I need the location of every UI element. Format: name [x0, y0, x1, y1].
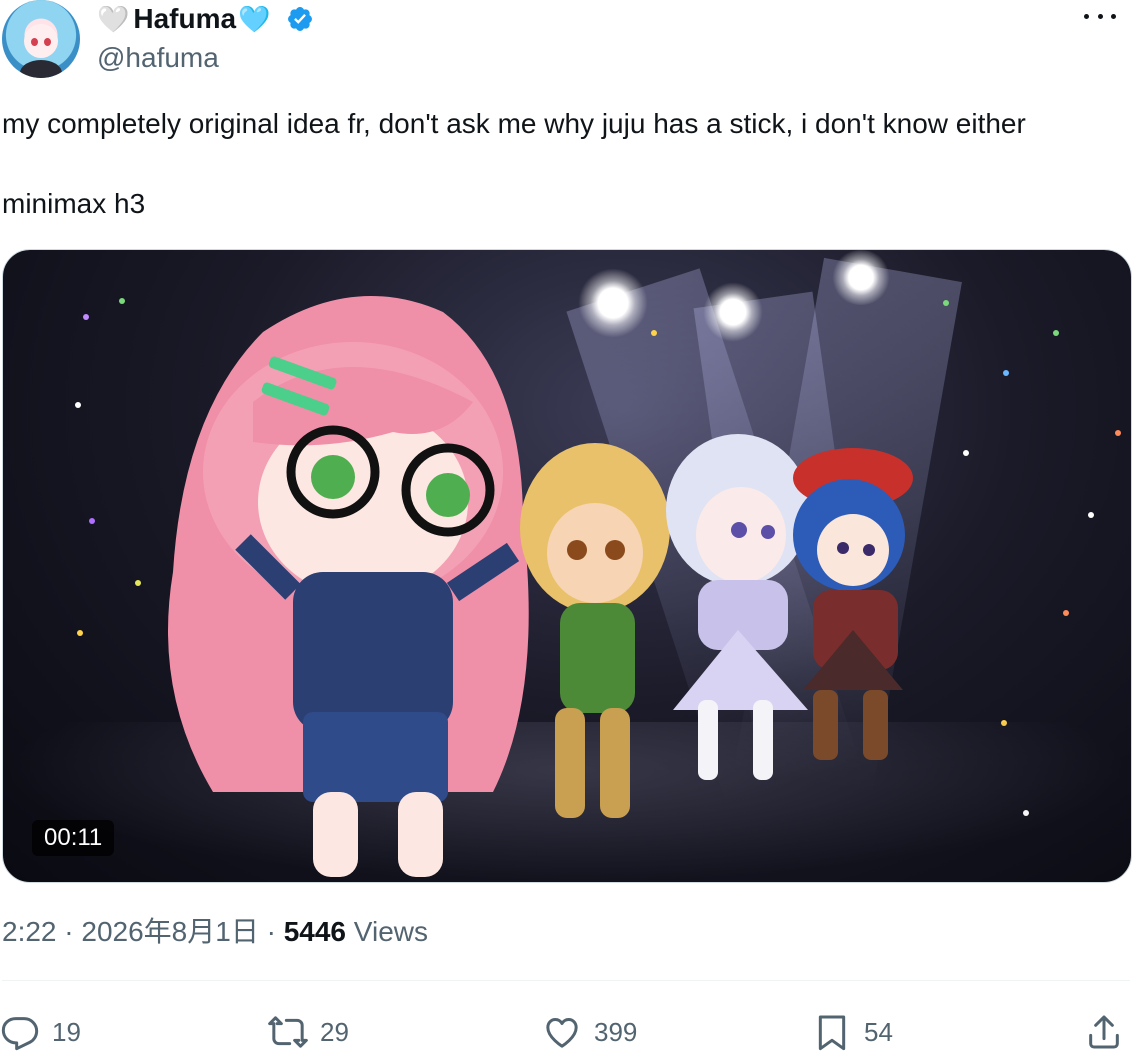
- sparkle: [119, 298, 125, 304]
- divider: [2, 980, 1130, 981]
- spotlight: [831, 250, 891, 305]
- share-icon: [1089, 1015, 1119, 1049]
- heart-icon: [546, 1018, 578, 1048]
- tweet-text-line: minimax h3: [2, 188, 146, 219]
- tweet-time[interactable]: 2:22: [2, 916, 57, 947]
- author-handle[interactable]: @hafuma: [97, 42, 219, 74]
- repost-button[interactable]: 29: [268, 1010, 349, 1054]
- avatar-eye-right: [44, 38, 51, 46]
- sparkle: [1053, 330, 1059, 336]
- more-options-button[interactable]: [1084, 4, 1116, 28]
- like-count: 399: [594, 1016, 638, 1047]
- author-name-row[interactable]: 🤍 Hafuma 🩵: [96, 2, 314, 36]
- tweet-meta: 2:22 · 2026年8月1日 · 5446 Views: [2, 910, 428, 950]
- reply-icon: [1, 1017, 39, 1051]
- video-duration: 00:11: [32, 820, 115, 856]
- more-horizontal-icon-dot: [1111, 13, 1116, 19]
- sparkle: [75, 402, 81, 408]
- bookmark-button[interactable]: 54: [812, 1010, 893, 1054]
- tweet-header: 🤍 Hafuma 🩵 @hafuma: [0, 0, 1132, 84]
- action-bar: 19 29 399 54: [0, 1010, 1132, 1054]
- character-pink-hair: [168, 296, 529, 877]
- sparkle: [651, 330, 657, 336]
- bookmark-count: 54: [864, 1016, 893, 1047]
- like-button[interactable]: 399: [542, 1010, 637, 1054]
- sparkle: [1088, 512, 1094, 518]
- tweet-text-line: my completely original idea fr, don't as…: [2, 108, 1026, 139]
- more-horizontal-icon: [1084, 13, 1089, 19]
- bookmark-icon: [818, 1015, 846, 1051]
- avatar-face: [24, 24, 58, 58]
- repost-count: 29: [320, 1016, 349, 1047]
- spotlight: [703, 282, 763, 342]
- verified-badge-icon[interactable]: [286, 5, 314, 33]
- blue-heart-emoji: 🩵: [238, 4, 271, 34]
- more-horizontal-icon-dot: [1097, 13, 1103, 19]
- views-count: 5446: [283, 916, 347, 947]
- repost-icon: [268, 1016, 308, 1048]
- white-heart-emoji: 🤍: [96, 4, 130, 34]
- meta-separator: ·: [266, 916, 276, 947]
- sparkle: [1115, 430, 1121, 436]
- tweet-date[interactable]: 2026年8月1日: [81, 916, 258, 947]
- sparkle: [963, 450, 969, 456]
- video-player[interactable]: 00:11: [2, 249, 1132, 883]
- sparkle: [1063, 610, 1069, 616]
- sparkle: [77, 630, 83, 636]
- display-name[interactable]: Hafuma: [133, 3, 236, 35]
- tweet-text: my completely original idea fr, don't as…: [2, 104, 1132, 224]
- views-label: Views: [353, 916, 428, 947]
- character-blue-hair: [793, 448, 913, 760]
- sparkle: [83, 314, 89, 320]
- spotlight: [578, 268, 648, 338]
- sparkle: [1003, 370, 1009, 376]
- avatar[interactable]: [2, 0, 80, 78]
- sparkle: [135, 580, 141, 586]
- share-button[interactable]: [1084, 1010, 1124, 1054]
- reply-count: 19: [52, 1016, 81, 1047]
- sparkle: [89, 518, 95, 524]
- meta-separator: ·: [64, 916, 74, 947]
- reply-button[interactable]: 19: [0, 1010, 81, 1054]
- sparkle: [943, 300, 949, 306]
- avatar-body: [20, 60, 62, 78]
- avatar-eye-left: [31, 38, 38, 46]
